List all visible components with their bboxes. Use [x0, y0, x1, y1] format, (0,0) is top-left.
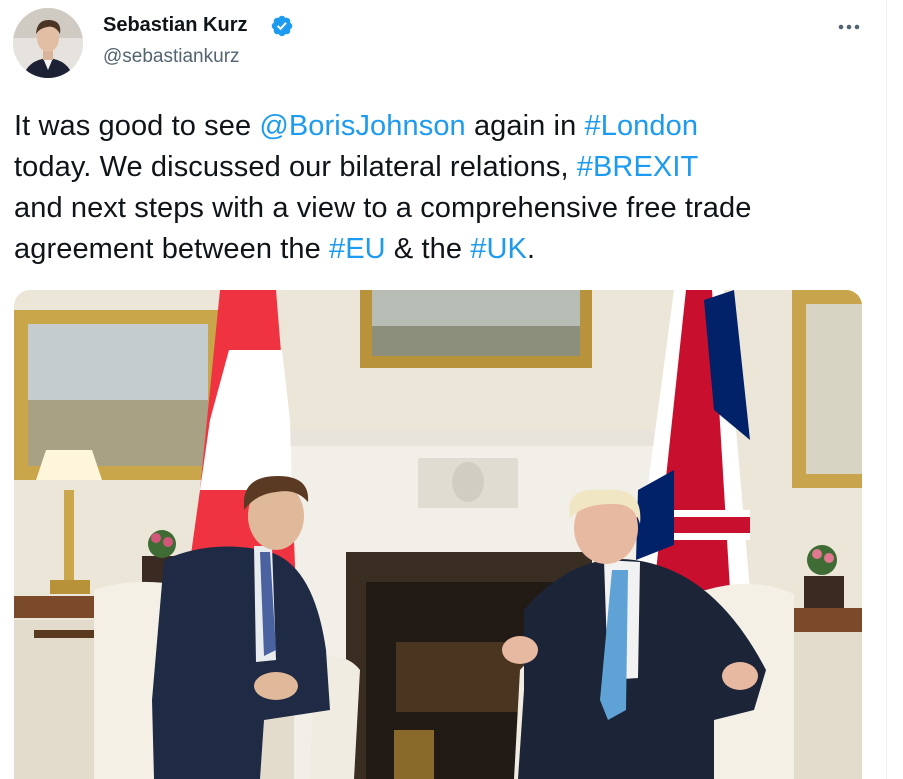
author-name[interactable]: Sebastian Kurz — [103, 14, 247, 37]
text-segment: It was good to see — [14, 110, 260, 142]
mention-link[interactable]: @BorisJohnson — [259, 110, 465, 142]
hashtag-london-link[interactable]: #London — [584, 110, 698, 142]
text-segment: . — [526, 233, 536, 265]
column-divider — [886, 0, 887, 779]
tweet-photo[interactable] — [14, 290, 862, 779]
text-segment: again in — [465, 110, 585, 142]
photo-image — [14, 290, 862, 779]
more-options-icon[interactable] — [836, 20, 862, 34]
text-segment: today. We discussed our bilateral relati… — [14, 151, 577, 183]
author-handle[interactable]: @sebastiankurz — [103, 46, 240, 68]
tweet-text: It was good to see @BorisJohnson again i… — [14, 106, 874, 270]
avatar-image — [13, 8, 83, 78]
text-segment: & the — [385, 233, 471, 265]
hashtag-uk-link[interactable]: #UK — [470, 233, 527, 265]
hashtag-brexit-link[interactable]: #BREXIT — [577, 151, 699, 183]
hashtag-eu-link[interactable]: #EU — [329, 233, 386, 265]
avatar[interactable] — [13, 8, 83, 78]
verified-badge-icon — [271, 15, 293, 37]
